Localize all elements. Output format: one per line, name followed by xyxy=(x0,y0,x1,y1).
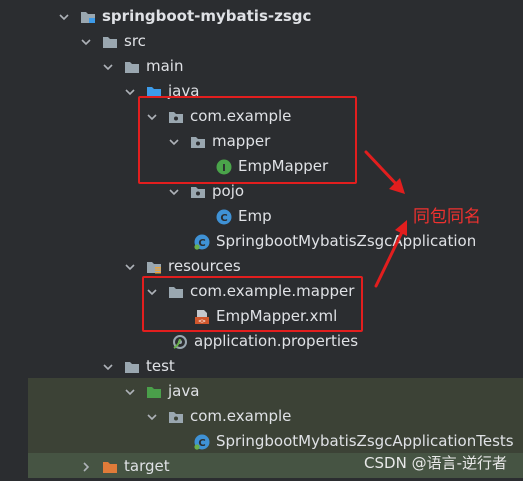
project-tree: springboot-mybatis-zsgc src main java co… xyxy=(0,0,523,481)
annotation-label: 同包同名 xyxy=(413,207,481,227)
watermark: CSDN @语言-逆行者 xyxy=(364,454,507,472)
annotation-arrows xyxy=(364,150,407,288)
